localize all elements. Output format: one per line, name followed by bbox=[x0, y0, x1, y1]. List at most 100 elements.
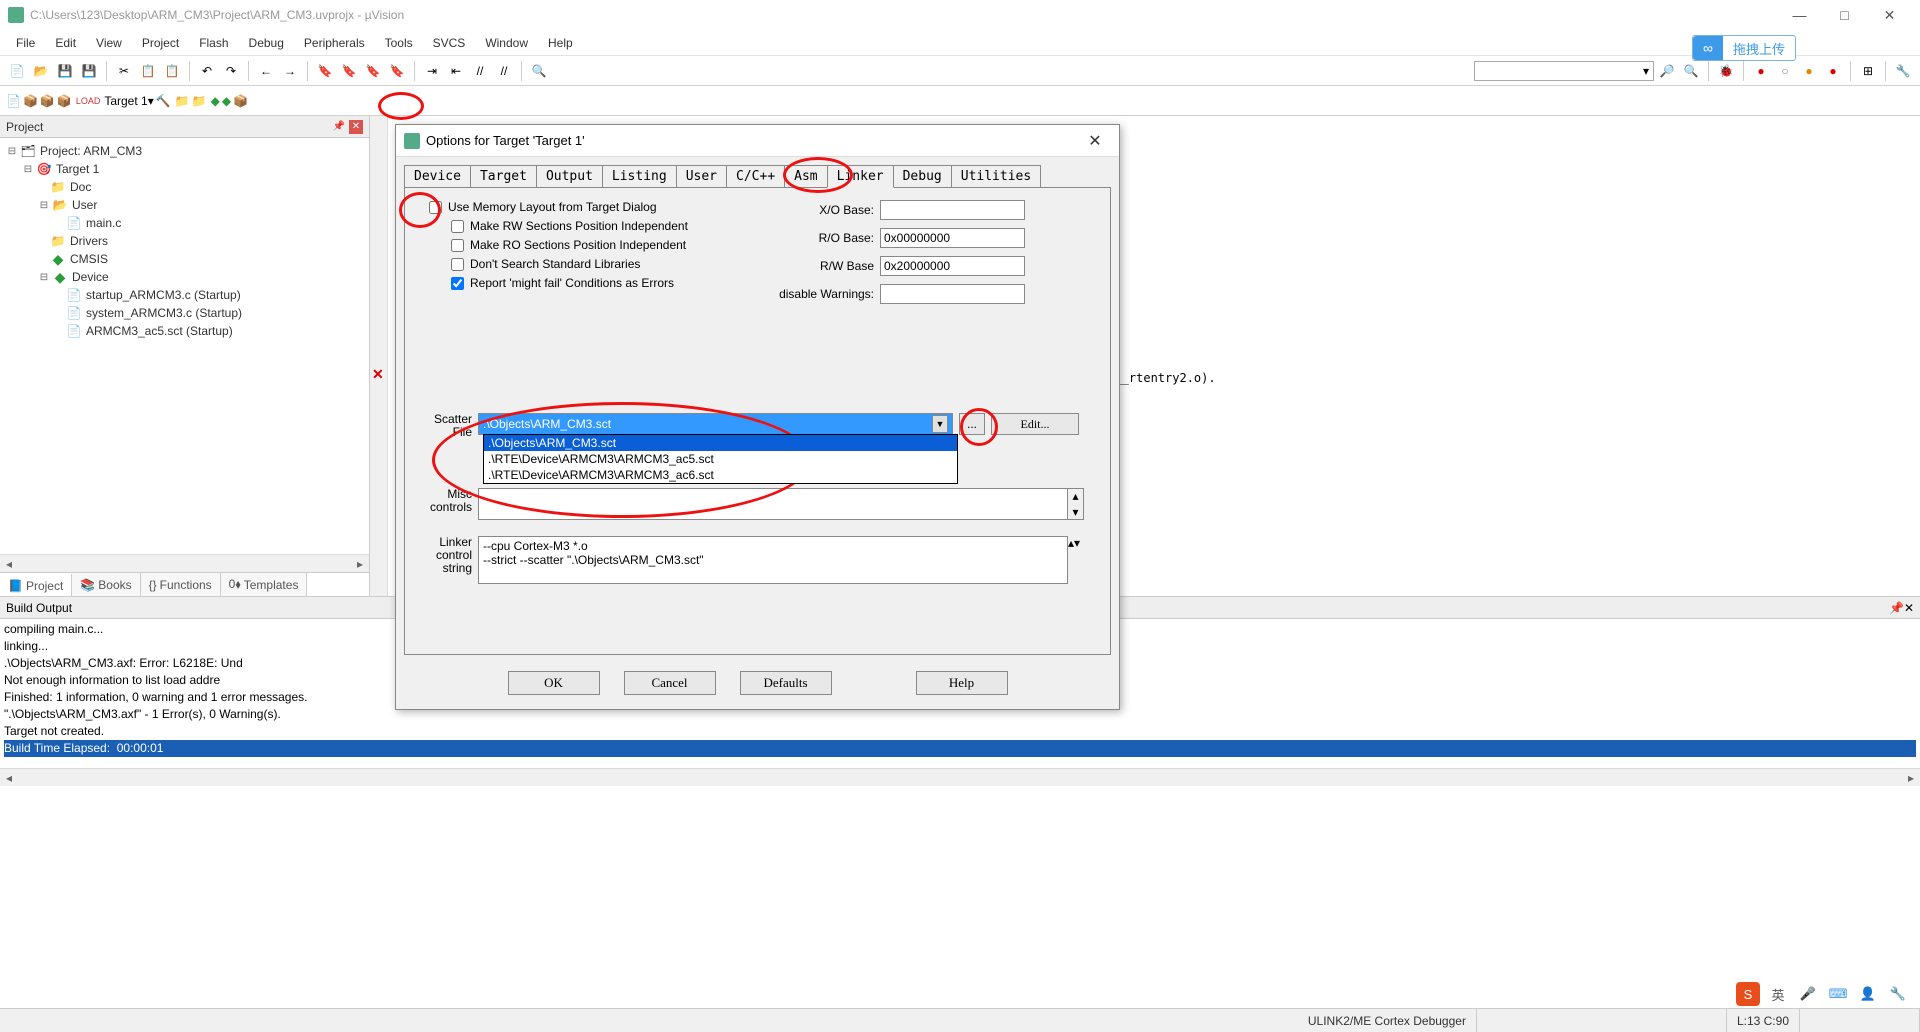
target-combo[interactable]: Target 1▾ bbox=[104, 94, 153, 108]
debug-icon[interactable]: 🐞 bbox=[1715, 60, 1737, 82]
ime-person-icon[interactable]: 👤 bbox=[1856, 982, 1880, 1006]
dropdown-arrow-icon[interactable]: ▼ bbox=[932, 415, 948, 433]
indent-icon[interactable]: ⇥ bbox=[421, 60, 443, 82]
tab-linker[interactable]: Linker bbox=[827, 165, 894, 188]
back-icon[interactable]: ← bbox=[255, 60, 277, 82]
tree-hscroll[interactable]: ◂▸ bbox=[0, 554, 369, 572]
defaults-button[interactable]: Defaults bbox=[740, 671, 832, 695]
redo-icon[interactable]: ↷ bbox=[220, 60, 242, 82]
manage-icon[interactable]: 📁 bbox=[175, 94, 190, 108]
tab-output[interactable]: Output bbox=[536, 165, 603, 187]
new-icon[interactable]: 📄 bbox=[6, 60, 28, 82]
batch-icon[interactable]: 📦 bbox=[57, 94, 72, 108]
tree-startup[interactable]: startup_ARMCM3.c (Startup) bbox=[86, 288, 241, 302]
tree-root[interactable]: Project: ARM_CM3 bbox=[40, 144, 142, 158]
scatter-combo[interactable]: .\Objects\ARM_CM3.sct ▼ bbox=[478, 413, 953, 435]
browse-button[interactable]: ... bbox=[959, 413, 985, 435]
download-icon[interactable]: LOAD bbox=[76, 96, 101, 106]
bookmark-prev-icon[interactable]: 🔖 bbox=[338, 60, 360, 82]
uncomment-icon[interactable]: // bbox=[493, 60, 515, 82]
build-hscroll[interactable]: ◂▸ bbox=[0, 768, 1920, 786]
build-close-icon[interactable]: ✕ bbox=[1904, 601, 1914, 615]
tab-functions[interactable]: {}Functions bbox=[141, 573, 221, 596]
tab-asm[interactable]: Asm bbox=[784, 165, 827, 187]
findfiles-icon[interactable]: 🔎 bbox=[1656, 60, 1678, 82]
ime-lang[interactable]: 英 bbox=[1766, 982, 1790, 1006]
comment-icon[interactable]: // bbox=[469, 60, 491, 82]
scatter-dropdown[interactable]: .\Objects\ARM_CM3.sct .\RTE\Device\ARMCM… bbox=[483, 434, 958, 484]
cancel-button[interactable]: Cancel bbox=[624, 671, 716, 695]
tab-listing[interactable]: Listing bbox=[602, 165, 677, 187]
undo-icon[interactable]: ↶ bbox=[196, 60, 218, 82]
misc-input[interactable] bbox=[478, 488, 1068, 520]
disable-input[interactable] bbox=[880, 284, 1025, 304]
menu-debug[interactable]: Debug bbox=[239, 33, 294, 53]
tree-user[interactable]: User bbox=[72, 198, 97, 212]
tab-utilities[interactable]: Utilities bbox=[951, 165, 1041, 187]
find-icon[interactable]: 🔍 bbox=[528, 60, 550, 82]
tab-project[interactable]: 📘Project bbox=[0, 573, 72, 596]
outdent-icon[interactable]: ⇤ bbox=[445, 60, 467, 82]
bookmark-clear-icon[interactable]: 🔖 bbox=[386, 60, 408, 82]
misc-scroll[interactable]: ▴▾ bbox=[1068, 488, 1084, 520]
copy-icon[interactable]: 📋 bbox=[137, 60, 159, 82]
maximize-button[interactable]: □ bbox=[1822, 0, 1867, 30]
paste-icon[interactable]: 📋 bbox=[161, 60, 183, 82]
pin-icon[interactable]: 📌 bbox=[331, 119, 347, 135]
dialog-close-icon[interactable]: ✕ bbox=[1079, 131, 1111, 151]
pack3-icon[interactable]: 📦 bbox=[233, 94, 248, 108]
menu-edit[interactable]: Edit bbox=[45, 33, 86, 53]
tree-system[interactable]: system_ARMCM3.c (Startup) bbox=[86, 306, 242, 320]
panel-close-icon[interactable]: ✕ bbox=[349, 120, 363, 134]
ok-button[interactable]: OK bbox=[508, 671, 600, 695]
tree-drivers[interactable]: Drivers bbox=[70, 234, 108, 248]
saveall-icon[interactable]: 💾 bbox=[78, 60, 100, 82]
ime-mic-icon[interactable]: 🎤 bbox=[1796, 982, 1820, 1006]
menu-tools[interactable]: Tools bbox=[375, 33, 423, 53]
tab-cpp[interactable]: C/C++ bbox=[726, 165, 785, 187]
tree-doc[interactable]: Doc bbox=[70, 180, 91, 194]
ro-input[interactable] bbox=[880, 228, 1025, 248]
config-icon[interactable]: 🔧 bbox=[1892, 60, 1914, 82]
translate-icon[interactable]: 📄 bbox=[6, 94, 21, 108]
tree-cmsis[interactable]: CMSIS bbox=[70, 252, 108, 266]
dialog-titlebar[interactable]: Options for Target 'Target 1' ✕ bbox=[396, 125, 1119, 157]
menu-svcs[interactable]: SVCS bbox=[423, 33, 476, 53]
tab-books[interactable]: 📚Books bbox=[72, 573, 140, 596]
pack-icon[interactable]: ◆ bbox=[211, 94, 220, 108]
close-button[interactable]: ✕ bbox=[1867, 0, 1912, 30]
menu-project[interactable]: Project bbox=[132, 33, 189, 53]
tab-templates[interactable]: 0⬧Templates bbox=[221, 573, 308, 596]
find-combo[interactable]: ▾ bbox=[1474, 61, 1654, 81]
ime-bar[interactable]: S 英 🎤 ⌨ 👤 🔧 bbox=[1736, 982, 1910, 1006]
breakpoint-icon[interactable]: ● bbox=[1750, 60, 1772, 82]
ime-logo-icon[interactable]: S bbox=[1736, 982, 1760, 1006]
upload-widget[interactable]: ∞ 拖拽上传 bbox=[1692, 35, 1796, 61]
cut-icon[interactable]: ✂ bbox=[113, 60, 135, 82]
minimize-button[interactable]: — bbox=[1777, 0, 1822, 30]
options-icon[interactable]: 🔨 bbox=[156, 94, 171, 108]
menu-peripherals[interactable]: Peripherals bbox=[294, 33, 375, 53]
ime-tool-icon[interactable]: 🔧 bbox=[1886, 982, 1910, 1006]
edit-button[interactable]: Edit... bbox=[991, 413, 1079, 435]
xo-input[interactable] bbox=[880, 200, 1025, 220]
pack2-icon[interactable]: ◆ bbox=[222, 94, 231, 108]
menu-view[interactable]: View bbox=[86, 33, 132, 53]
manage2-icon[interactable]: 📁 bbox=[192, 94, 207, 108]
menu-flash[interactable]: Flash bbox=[189, 33, 238, 53]
dropdown-option[interactable]: .\RTE\Device\ARMCM3\ARMCM3_ac5.sct bbox=[484, 451, 957, 467]
tree-target[interactable]: Target 1 bbox=[56, 162, 99, 176]
menu-help[interactable]: Help bbox=[538, 33, 583, 53]
breakpoint2-icon[interactable]: ○ bbox=[1774, 60, 1796, 82]
incremental-icon[interactable]: 🔍 bbox=[1680, 60, 1702, 82]
breakpoint3-icon[interactable]: ● bbox=[1798, 60, 1820, 82]
forward-icon[interactable]: → bbox=[279, 60, 301, 82]
menu-window[interactable]: Window bbox=[475, 33, 538, 53]
window-icon[interactable]: ⊞ bbox=[1857, 60, 1879, 82]
build-icon[interactable]: 📦 bbox=[23, 94, 38, 108]
ime-keyboard-icon[interactable]: ⌨ bbox=[1826, 982, 1850, 1006]
linker-scroll[interactable]: ▴▾ bbox=[1068, 536, 1080, 584]
help-button[interactable]: Help bbox=[916, 671, 1008, 695]
build-pin-icon[interactable]: 📌 bbox=[1889, 601, 1904, 615]
tab-device[interactable]: Device bbox=[404, 165, 471, 187]
